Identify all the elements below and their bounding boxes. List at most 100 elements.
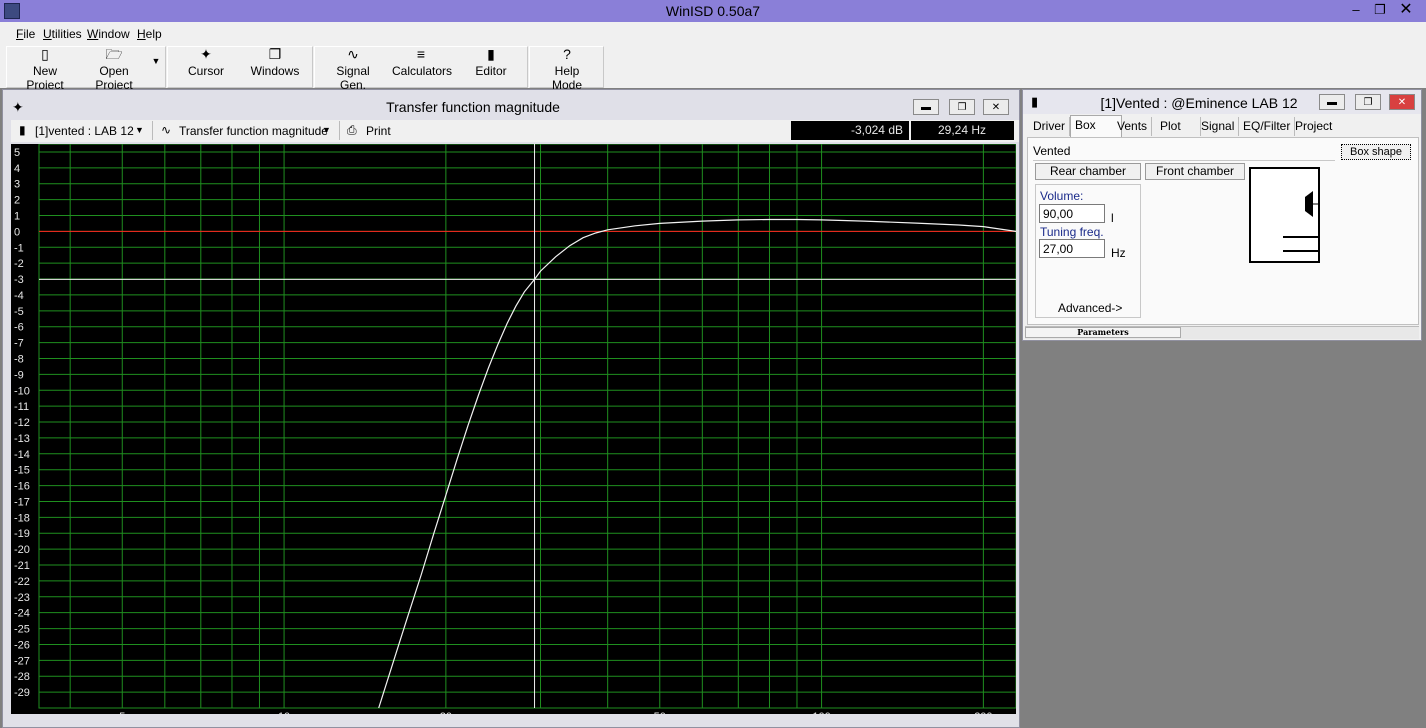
y-tick-label: 0	[14, 226, 20, 238]
cursor-hz-readout: 29,24 Hz	[911, 121, 1014, 140]
minimize-icon[interactable]: ▬	[1319, 94, 1345, 110]
plot-type-select[interactable]: Transfer function magnitude	[179, 124, 328, 138]
tab-plot[interactable]: Plot	[1156, 117, 1201, 136]
y-tick-label: -25	[14, 624, 30, 636]
box-diagram	[1249, 167, 1320, 263]
separator	[152, 121, 153, 140]
open-project-dropdown-icon[interactable]: ▼	[150, 56, 162, 70]
y-tick-label: -12	[14, 417, 30, 429]
app-title: WinISD 0.50a7	[665, 3, 761, 19]
sine-wave-icon: ∿	[161, 123, 172, 137]
volume-label: Volume:	[1040, 189, 1084, 203]
open-project-button[interactable]: 🗁 Open Project	[82, 44, 146, 92]
x-tick-label: 10	[278, 711, 290, 714]
restore-icon[interactable]: ❐	[1368, 2, 1392, 18]
speaker-icon: ▮	[1031, 94, 1039, 109]
y-tick-label: -27	[14, 655, 30, 667]
project-select[interactable]: [1]vented : LAB 12	[35, 124, 134, 138]
menu-file[interactable]: File	[16, 27, 35, 41]
plot-type-dropdown-icon[interactable]: ▼	[322, 125, 331, 135]
restore-icon[interactable]: ❐	[949, 99, 975, 115]
y-tick-label: 3	[14, 179, 20, 191]
plot-window-title: Transfer function magnitude	[386, 99, 560, 115]
sine-wave-icon: ∿	[347, 46, 359, 62]
y-tick-label: -28	[14, 671, 30, 683]
param-window-title-bar: ▮ [1]Vented : @Eminence LAB 12 ▬ ❐ ✕	[1023, 90, 1421, 114]
rear-chamber-button[interactable]: Rear chamber	[1035, 163, 1141, 180]
y-tick-label: -16	[14, 481, 30, 493]
y-tick-label: -4	[14, 290, 24, 302]
parameters-window: ▮ [1]Vented : @Eminence LAB 12 ▬ ❐ ✕ Dri…	[1022, 89, 1422, 341]
x-tick-label: 50	[654, 711, 666, 714]
speaker-icon: ▮	[487, 46, 495, 62]
signal-gen-button[interactable]: ∿ Signal Gen.	[322, 44, 384, 92]
help-mode-button[interactable]: ? Help Mode	[538, 44, 596, 92]
tab-eq-filter[interactable]: EQ/Filter	[1239, 117, 1296, 136]
tab-vents[interactable]: Vents	[1113, 117, 1153, 136]
y-tick-label: -24	[14, 608, 30, 620]
cursor-button[interactable]: ✦ Cursor	[180, 44, 232, 84]
speaker-icon: ▮	[19, 123, 26, 137]
folder-icon: 🗁	[105, 46, 123, 62]
project-select-dropdown-icon[interactable]: ▼	[135, 125, 144, 135]
tab-driver[interactable]: Driver	[1029, 117, 1070, 136]
editor-button[interactable]: ▮ Editor	[470, 44, 512, 84]
y-tick-label: -26	[14, 639, 30, 651]
y-tick-label: 5	[14, 147, 20, 159]
printer-icon[interactable]: ⎙	[347, 123, 357, 138]
y-tick-label: -8	[14, 353, 24, 365]
y-tick-label: -20	[14, 544, 30, 556]
advanced-button[interactable]: Advanced->	[1058, 301, 1122, 315]
question-icon: ?	[563, 46, 571, 62]
restore-icon[interactable]: ❐	[1355, 94, 1381, 110]
tuning-freq-label: Tuning freq.	[1040, 225, 1104, 239]
menu-help[interactable]: Help	[137, 27, 162, 41]
x-tick-label: 5	[119, 711, 125, 714]
volume-input[interactable]: 90,00	[1039, 204, 1105, 223]
front-chamber-button[interactable]: Front chamber	[1145, 163, 1245, 180]
x-tick-label: 20	[440, 711, 452, 714]
x-tick-label: 100	[812, 711, 830, 714]
y-tick-label: -6	[14, 322, 24, 334]
y-tick-label: 4	[14, 163, 20, 175]
calculators-button[interactable]: ≡ Calculators	[392, 44, 452, 84]
transfer-function-chart[interactable]: 543210-1-2-3-4-5-6-7-8-9-10-11-12-13-14-…	[11, 144, 1016, 714]
tuning-freq-unit: Hz	[1111, 246, 1126, 260]
y-tick-label: -29	[14, 687, 30, 699]
windows-button[interactable]: ❐ Windows	[248, 44, 302, 84]
y-tick-label: -17	[14, 496, 30, 508]
menu-bar: File Utilities Window Help	[0, 22, 1426, 44]
new-project-button[interactable]: ▯ New Project	[14, 44, 76, 92]
y-tick-label: -22	[14, 576, 30, 588]
close-icon[interactable]: ✕	[1389, 94, 1415, 110]
tab-signal[interactable]: Signal	[1197, 117, 1240, 136]
parameters-status-tab[interactable]: Parameters	[1025, 327, 1181, 338]
minimize-icon[interactable]: ▬	[913, 99, 939, 115]
y-tick-label: -18	[14, 512, 30, 524]
plot-window: ✦ Transfer function magnitude ▬ ❐ ✕ ▮ [1…	[2, 89, 1020, 728]
new-file-icon: ▯	[41, 46, 49, 62]
y-tick-label: -13	[14, 433, 30, 445]
windows-icon: ❐	[268, 46, 282, 62]
y-tick-label: -2	[14, 258, 24, 270]
tuning-freq-input[interactable]: 27,00	[1039, 239, 1105, 258]
menu-utilities[interactable]: Utilities	[43, 27, 82, 41]
y-tick-label: -10	[14, 385, 30, 397]
tab-project[interactable]: Project	[1291, 117, 1336, 136]
minimize-icon[interactable]: –	[1344, 2, 1368, 18]
print-button[interactable]: Print	[366, 124, 391, 138]
close-icon[interactable]: ✕	[983, 99, 1009, 115]
y-tick-label: -5	[14, 306, 24, 318]
param-window-title: [1]Vented : @Eminence LAB 12	[1100, 95, 1298, 111]
box-shape-button[interactable]: Box shape	[1341, 144, 1411, 160]
y-tick-label: -14	[14, 449, 30, 461]
title-bar: WinISD 0.50a7 – ❐ ✕	[0, 0, 1426, 22]
y-tick-label: -21	[14, 560, 30, 572]
y-tick-label: -23	[14, 592, 30, 604]
y-tick-label: -19	[14, 528, 30, 540]
close-icon[interactable]: ✕	[1394, 2, 1418, 18]
menu-window[interactable]: Window	[87, 27, 130, 41]
y-tick-label: -1	[14, 242, 24, 254]
separator	[339, 121, 340, 140]
y-tick-label: -11	[14, 401, 29, 413]
